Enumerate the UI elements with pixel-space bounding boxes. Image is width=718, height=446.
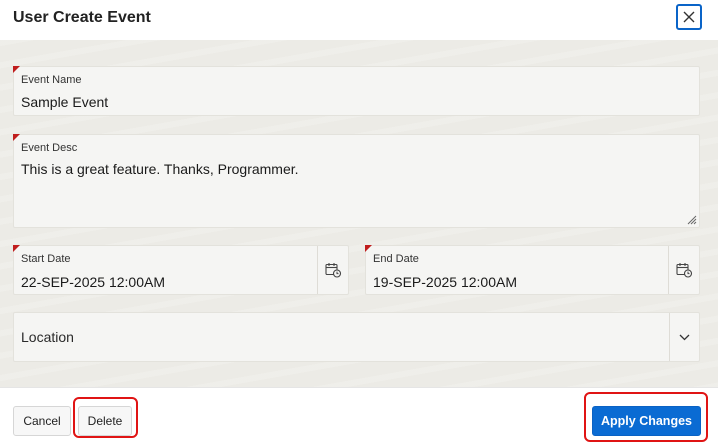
calendar-clock-icon [324,263,341,278]
required-marker [13,245,20,252]
delete-button[interactable]: Delete [78,406,132,436]
dialog-body: Event Name Sample Event Event Desc This … [0,40,718,387]
dialog-header: User Create Event [0,0,718,40]
location-select[interactable]: Location [13,312,700,362]
end-date-label: End Date [373,253,419,265]
event-name-field[interactable]: Event Name Sample Event [13,66,700,116]
start-date-field[interactable]: Start Date 22-SEP-2025 12:00AM [13,245,349,295]
start-date-input[interactable]: 22-SEP-2025 12:00AM [21,274,165,290]
chevron-down-icon [679,334,690,340]
location-dropdown-button[interactable] [669,313,699,361]
start-date-picker-button[interactable] [317,246,348,294]
dialog-title: User Create Event [13,9,151,26]
dialog-footer: Cancel Delete Apply Changes [0,387,718,446]
event-desc-textarea[interactable]: This is a great feature. Thanks, Program… [21,161,299,177]
event-name-label: Event Name [21,74,82,86]
event-desc-field[interactable]: Event Desc This is a great feature. Than… [13,134,700,228]
close-button[interactable] [676,4,702,30]
end-date-field[interactable]: End Date 19-SEP-2025 12:00AM [365,245,700,295]
apply-changes-button[interactable]: Apply Changes [592,406,701,436]
start-date-label: Start Date [21,253,71,265]
end-date-picker-button[interactable] [668,246,699,294]
end-date-input[interactable]: 19-SEP-2025 12:00AM [373,274,517,290]
required-marker [13,134,20,141]
required-marker [13,66,20,73]
required-marker [365,245,372,252]
event-desc-label: Event Desc [21,142,78,154]
create-event-dialog: User Create Event Event Name Sample Even… [0,0,718,446]
calendar-clock-icon [675,263,692,278]
cancel-button[interactable]: Cancel [13,406,71,436]
resize-handle-icon[interactable] [685,213,697,225]
location-placeholder: Location [21,329,74,345]
event-name-input[interactable]: Sample Event [21,94,108,110]
close-icon [683,11,695,23]
